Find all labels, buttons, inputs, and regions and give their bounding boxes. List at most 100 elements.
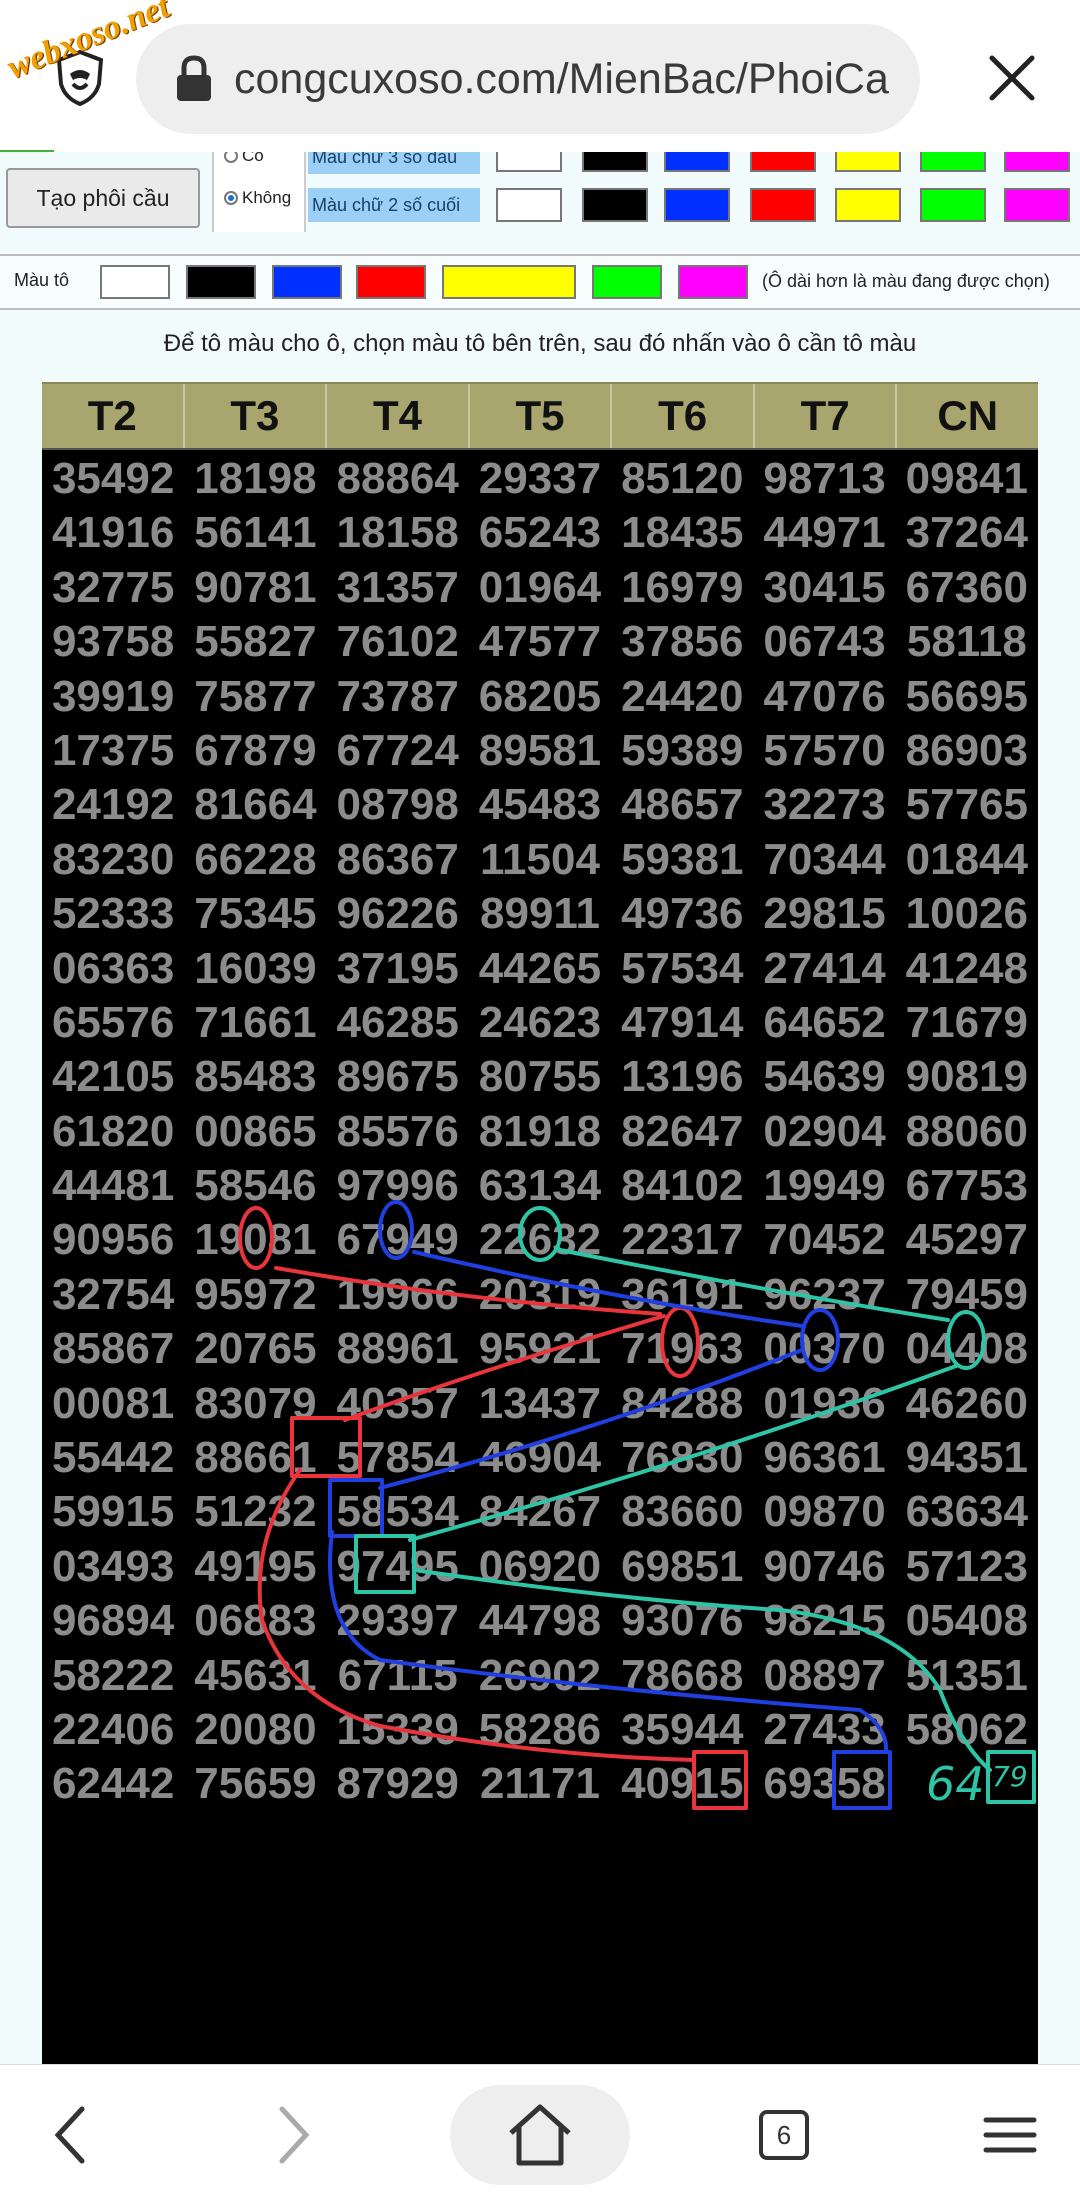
close-icon[interactable] <box>986 52 1038 104</box>
number-cell[interactable]: 44798 <box>469 1594 611 1648</box>
number-cell[interactable]: 83660 <box>611 1485 753 1539</box>
number-cell[interactable]: 29337 <box>469 452 611 506</box>
number-cell[interactable]: 01936 <box>753 1377 895 1431</box>
home-button[interactable] <box>450 2085 630 2185</box>
number-cell[interactable]: 01964 <box>469 561 611 615</box>
number-cell[interactable]: 27414 <box>753 942 895 996</box>
number-cell[interactable]: 24420 <box>611 670 753 724</box>
number-cell[interactable]: 95972 <box>184 1268 326 1322</box>
mau-to-swatch[interactable] <box>100 265 170 299</box>
number-cell[interactable]: 90781 <box>184 561 326 615</box>
number-cell[interactable]: 76830 <box>611 1431 753 1485</box>
number-cell[interactable]: 44481 <box>42 1159 184 1213</box>
number-cell[interactable]: 22632 <box>469 1213 611 1267</box>
number-cell[interactable]: 30415 <box>753 561 895 615</box>
number-cell[interactable]: 19949 <box>753 1159 895 1213</box>
number-cell[interactable]: 15339 <box>327 1703 469 1757</box>
number-cell[interactable]: 64652 <box>753 996 895 1050</box>
number-cell[interactable]: 78668 <box>611 1649 753 1703</box>
number-cell[interactable]: 81918 <box>469 1105 611 1159</box>
number-cell[interactable]: 98215 <box>753 1594 895 1648</box>
color-swatch[interactable] <box>1004 152 1070 172</box>
number-cell[interactable]: 56141 <box>184 506 326 560</box>
number-cell[interactable]: 67879 <box>184 724 326 778</box>
number-cell[interactable]: 46285 <box>327 996 469 1050</box>
number-cell[interactable]: 88661 <box>184 1431 326 1485</box>
number-cell[interactable]: 20319 <box>469 1268 611 1322</box>
tabs-button[interactable]: 6 <box>744 2085 824 2185</box>
number-cell[interactable]: 96237 <box>753 1268 895 1322</box>
number-cell[interactable]: 65576 <box>42 996 184 1050</box>
number-cell[interactable]: 47914 <box>611 996 753 1050</box>
forward-button[interactable] <box>254 2085 334 2185</box>
number-cell[interactable]: 51232 <box>184 1485 326 1539</box>
number-cell[interactable]: 63634 <box>896 1485 1038 1539</box>
number-cell[interactable]: 46260 <box>896 1377 1038 1431</box>
number-cell[interactable]: 11504 <box>469 833 611 887</box>
number-cell[interactable]: 08897 <box>753 1649 895 1703</box>
number-cell[interactable]: 32273 <box>753 778 895 832</box>
number-cell[interactable]: 00370 <box>753 1322 895 1376</box>
radio-khong[interactable]: Không <box>224 188 291 208</box>
mau-to-swatch[interactable] <box>272 265 342 299</box>
number-cell[interactable]: 18158 <box>327 506 469 560</box>
number-cell[interactable]: 88060 <box>896 1105 1038 1159</box>
number-cell[interactable]: 31357 <box>327 561 469 615</box>
number-cell[interactable]: 41248 <box>896 942 1038 996</box>
number-cell[interactable]: 08798 <box>327 778 469 832</box>
number-cell[interactable]: 65243 <box>469 506 611 560</box>
number-cell[interactable]: 71679 <box>896 996 1038 1050</box>
number-cell[interactable]: 96226 <box>327 887 469 941</box>
number-cell[interactable]: 84102 <box>611 1159 753 1213</box>
number-cell[interactable]: 59389 <box>611 724 753 778</box>
color-swatch[interactable] <box>750 152 816 172</box>
number-cell[interactable]: 55827 <box>184 615 326 669</box>
number-cell[interactable]: 35944 <box>611 1703 753 1757</box>
number-cell[interactable]: 17375 <box>42 724 184 778</box>
number-cell[interactable]: 90956 <box>42 1213 184 1267</box>
number-cell[interactable]: 58546 <box>184 1159 326 1213</box>
number-cell[interactable]: 29815 <box>753 887 895 941</box>
number-cell[interactable]: 37264 <box>896 506 1038 560</box>
number-cell[interactable]: 06883 <box>184 1594 326 1648</box>
number-cell[interactable]: 32754 <box>42 1268 184 1322</box>
number-cell[interactable]: 45631 <box>184 1649 326 1703</box>
mau-to-swatch[interactable] <box>186 265 256 299</box>
number-cell[interactable]: 46904 <box>469 1431 611 1485</box>
number-cell[interactable]: 54639 <box>753 1050 895 1104</box>
number-cell[interactable]: 75345 <box>184 887 326 941</box>
number-cell[interactable]: 41916 <box>42 506 184 560</box>
number-cell[interactable]: 13437 <box>469 1377 611 1431</box>
color-swatch[interactable] <box>750 188 816 222</box>
number-cell[interactable]: 69358 <box>753 1757 895 1811</box>
number-cell[interactable]: 04408 <box>896 1322 1038 1376</box>
number-cell[interactable]: 37195 <box>327 942 469 996</box>
number-cell[interactable]: 22317 <box>611 1213 753 1267</box>
number-cell[interactable]: 59381 <box>611 833 753 887</box>
number-cell[interactable]: 47577 <box>469 615 611 669</box>
number-cell[interactable]: 26902 <box>469 1649 611 1703</box>
number-cell[interactable]: 71661 <box>184 996 326 1050</box>
number-cell[interactable]: 00081 <box>42 1377 184 1431</box>
number-cell[interactable]: 68205 <box>469 670 611 724</box>
number-cell[interactable]: 96361 <box>753 1431 895 1485</box>
number-cell[interactable]: 06743 <box>753 615 895 669</box>
number-cell[interactable]: 57570 <box>753 724 895 778</box>
number-cell[interactable]: 48657 <box>611 778 753 832</box>
number-cell[interactable]: 88961 <box>327 1322 469 1376</box>
number-cell[interactable]: 81664 <box>184 778 326 832</box>
number-cell[interactable]: 80755 <box>469 1050 611 1104</box>
number-cell[interactable]: 83230 <box>42 833 184 887</box>
back-button[interactable] <box>30 2085 110 2185</box>
color-swatch[interactable] <box>835 188 901 222</box>
number-cell[interactable]: 03493 <box>42 1540 184 1594</box>
number-cell[interactable]: 57854 <box>327 1431 469 1485</box>
number-cell[interactable]: 22406 <box>42 1703 184 1757</box>
number-cell[interactable]: 58118 <box>896 615 1038 669</box>
number-cell[interactable]: 57123 <box>896 1540 1038 1594</box>
number-cell[interactable]: 32775 <box>42 561 184 615</box>
number-cell[interactable]: 70344 <box>753 833 895 887</box>
number-cell[interactable]: 20080 <box>184 1703 326 1757</box>
number-cell[interactable]: 21171 <box>469 1757 611 1811</box>
color-swatch[interactable] <box>582 188 648 222</box>
